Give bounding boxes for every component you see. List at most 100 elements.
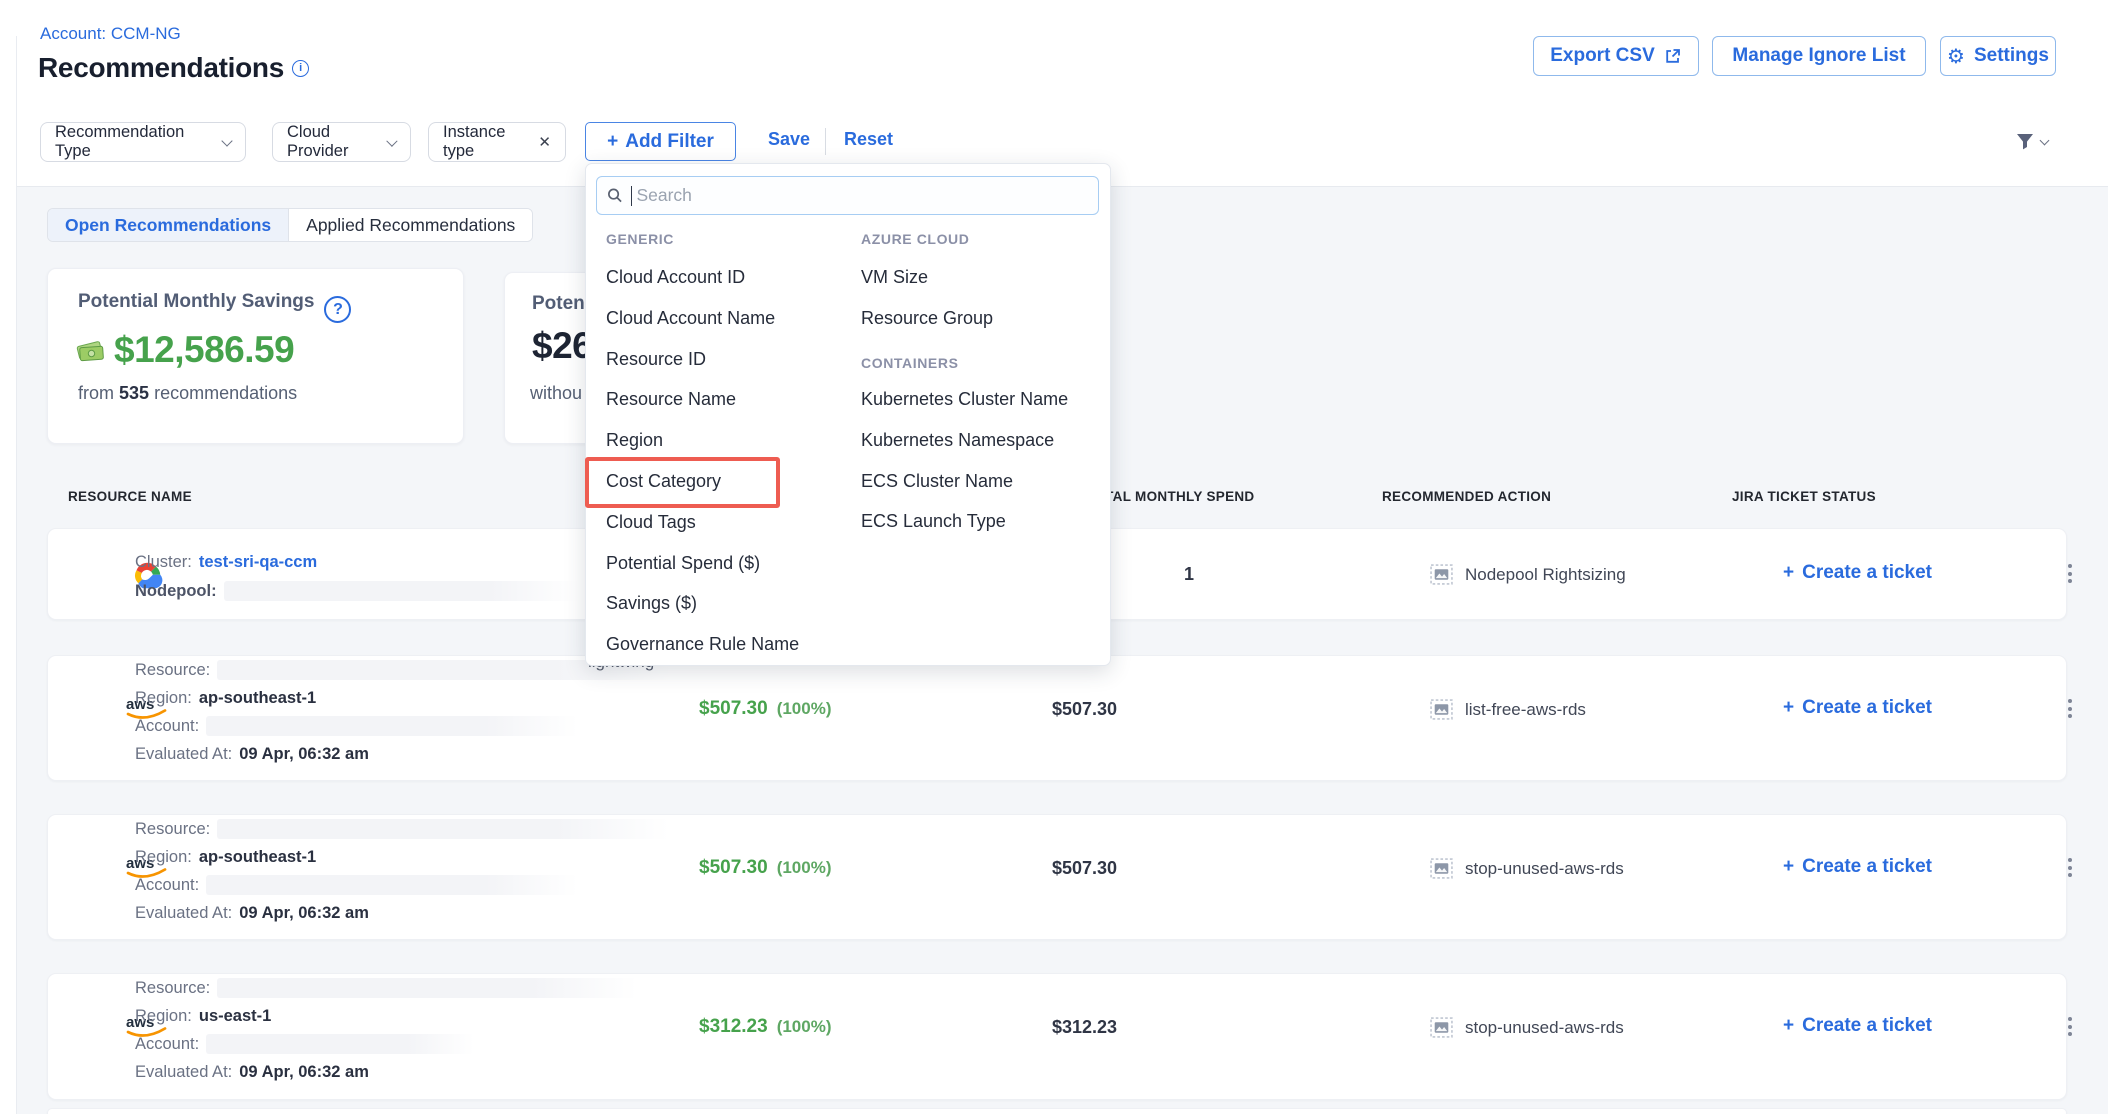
spend-card-value-fragment: $26	[532, 325, 592, 367]
account-line: Account:	[135, 874, 578, 896]
broken-image-icon	[1430, 858, 1453, 879]
dropdown-item-cost-category[interactable]: Cost Category	[606, 461, 799, 502]
left-edge-divider	[16, 36, 17, 1114]
tab-open-recommendations[interactable]: Open Recommendations	[48, 209, 288, 241]
gear-icon	[1947, 46, 1965, 66]
recommendation-row[interactable]: aws Resource: Region: ap-southeast-1 Acc…	[47, 655, 2067, 781]
account-line: Account:	[135, 715, 578, 737]
search-icon	[607, 187, 623, 204]
broken-image-icon	[1430, 699, 1453, 720]
recommended-action-cell: stop-unused-aws-rds	[1430, 858, 1624, 879]
add-filter-button[interactable]: Add Filter	[585, 122, 736, 161]
plus-icon	[1783, 856, 1794, 878]
dropdown-item-region[interactable]: Region	[606, 420, 799, 461]
dropdown-item-kubernetes-cluster-name[interactable]: Kubernetes Cluster Name	[861, 379, 1068, 420]
save-reset-divider	[825, 128, 826, 155]
manage-ignore-list-button[interactable]: Manage Ignore List	[1712, 36, 1926, 76]
filter-chip-instance-type[interactable]: Instance type	[428, 122, 566, 162]
resource-line: Resource:	[135, 977, 637, 999]
reset-filter-link[interactable]: Reset	[844, 129, 893, 150]
filter-chip-cloud-provider[interactable]: Cloud Provider	[272, 122, 411, 162]
spend-value-fragment: 1	[1184, 564, 1194, 585]
redacted-value	[206, 1034, 474, 1054]
savings-cell: $507.30(100%)	[699, 857, 832, 879]
filter-chip-recommendation-type[interactable]: Recommendation Type	[40, 122, 246, 162]
cluster-line: Cluster: test-sri-qa-ccm	[135, 551, 317, 573]
column-header-total-monthly-spend: TOTAL MONTHLY SPEND	[1086, 489, 1254, 504]
create-ticket-button[interactable]: Create a ticket	[1783, 562, 1932, 584]
region-line: Region: ap-southeast-1	[135, 687, 316, 709]
create-ticket-button[interactable]: Create a ticket	[1783, 697, 1932, 719]
cluster-name-link[interactable]: test-sri-qa-ccm	[199, 553, 317, 572]
column-header-resource-name: RESOURCE NAME	[68, 489, 192, 504]
row-menu-button[interactable]	[2064, 560, 2076, 587]
dropdown-search[interactable]	[596, 176, 1099, 215]
region-line: Region: ap-southeast-1	[135, 846, 316, 868]
dropdown-item-resource-name[interactable]: Resource Name	[606, 379, 799, 420]
row-menu-button[interactable]	[2064, 854, 2076, 881]
resource-line: Resource:	[135, 818, 669, 840]
recommended-action-cell: Nodepool Rightsizing	[1430, 564, 1626, 585]
dropdown-item-vm-size[interactable]: VM Size	[861, 257, 993, 298]
save-filter-link[interactable]: Save	[768, 129, 810, 150]
funnel-icon	[2015, 133, 2035, 151]
evaluated-line: Evaluated At: 09 Apr, 06:32 am	[135, 1061, 369, 1083]
spend-value: $507.30	[1052, 858, 1117, 879]
export-csv-button[interactable]: Export CSV	[1533, 36, 1699, 76]
dropdown-item-ecs-cluster-name[interactable]: ECS Cluster Name	[861, 461, 1068, 502]
filter-panel-toggle[interactable]	[2015, 133, 2048, 151]
redacted-value	[217, 819, 669, 839]
tab-applied-recommendations[interactable]: Applied Recommendations	[288, 209, 532, 241]
evaluated-line: Evaluated At: 09 Apr, 06:32 am	[135, 743, 369, 765]
region-line: Region: us-east-1	[135, 1005, 271, 1027]
redacted-value	[206, 875, 578, 895]
savings-card-subtitle: from 535 recommendations	[78, 383, 297, 404]
row-menu-button[interactable]	[2064, 1013, 2076, 1040]
dropdown-item-resource-group[interactable]: Resource Group	[861, 298, 993, 339]
dropdown-azure-list: VM Size Resource Group	[861, 257, 993, 339]
dropdown-item-potential-spend[interactable]: Potential Spend ($)	[606, 543, 799, 584]
dropdown-item-resource-id[interactable]: Resource ID	[606, 339, 799, 380]
dropdown-item-ecs-launch-type[interactable]: ECS Launch Type	[861, 501, 1068, 542]
recommendation-row[interactable]: aws Resource: Region: us-east-1 Account:…	[47, 973, 2067, 1100]
spend-card-subtitle-fragment: withou	[530, 383, 582, 404]
dropdown-generic-list: Cloud Account ID Cloud Account Name Reso…	[606, 257, 799, 665]
external-link-icon	[1664, 47, 1682, 65]
savings-cell: $312.23(100%)	[699, 1016, 832, 1038]
row-menu-button[interactable]	[2064, 695, 2076, 722]
search-input[interactable]	[636, 185, 1088, 206]
dropdown-section-containers: CONTAINERS	[861, 355, 959, 371]
create-ticket-button[interactable]: Create a ticket	[1783, 1015, 1932, 1037]
broken-image-icon	[1430, 564, 1453, 585]
dropdown-item-savings[interactable]: Savings ($)	[606, 583, 799, 624]
close-icon[interactable]	[538, 133, 551, 151]
money-icon	[76, 337, 106, 363]
dropdown-item-cloud-account-id[interactable]: Cloud Account ID	[606, 257, 799, 298]
recommendation-row[interactable]: aws Resource: Region: ap-southeast-1 Acc…	[47, 814, 2067, 940]
text-cursor	[631, 186, 633, 206]
savings-cell: $507.30(100%)	[699, 698, 832, 720]
info-icon[interactable]	[292, 60, 309, 77]
help-icon[interactable]	[324, 296, 351, 323]
redacted-value	[217, 978, 637, 998]
evaluated-line: Evaluated At: 09 Apr, 06:32 am	[135, 902, 369, 924]
create-ticket-button[interactable]: Create a ticket	[1783, 856, 1932, 878]
breadcrumb-account-link[interactable]: Account: CCM-NG	[40, 24, 181, 44]
spend-value: $312.23	[1052, 1017, 1117, 1038]
column-header-recommended-action: RECOMMENDED ACTION	[1382, 489, 1551, 504]
redacted-value	[206, 716, 578, 736]
dropdown-item-kubernetes-namespace[interactable]: Kubernetes Namespace	[861, 420, 1068, 461]
recommended-action-cell: list-free-aws-rds	[1430, 699, 1586, 720]
dropdown-containers-list: Kubernetes Cluster Name Kubernetes Names…	[861, 379, 1068, 542]
dropdown-item-cloud-account-name[interactable]: Cloud Account Name	[606, 298, 799, 339]
settings-button[interactable]: Settings	[1940, 36, 2056, 76]
column-header-jira-ticket-status: JIRA TICKET STATUS	[1732, 489, 1876, 504]
recommended-action-cell: stop-unused-aws-rds	[1430, 1017, 1624, 1038]
broken-image-icon	[1430, 1017, 1453, 1038]
savings-value: $12,586.59	[114, 329, 294, 371]
dropdown-item-governance-rule-name[interactable]: Governance Rule Name	[606, 624, 799, 665]
recommendation-count: 535	[119, 383, 149, 403]
savings-card-value-row: $12,586.59	[76, 329, 294, 371]
potential-monthly-savings-card: Potential Monthly Savings $12,586.59 fro…	[47, 268, 464, 444]
dropdown-item-cloud-tags[interactable]: Cloud Tags	[606, 502, 799, 543]
